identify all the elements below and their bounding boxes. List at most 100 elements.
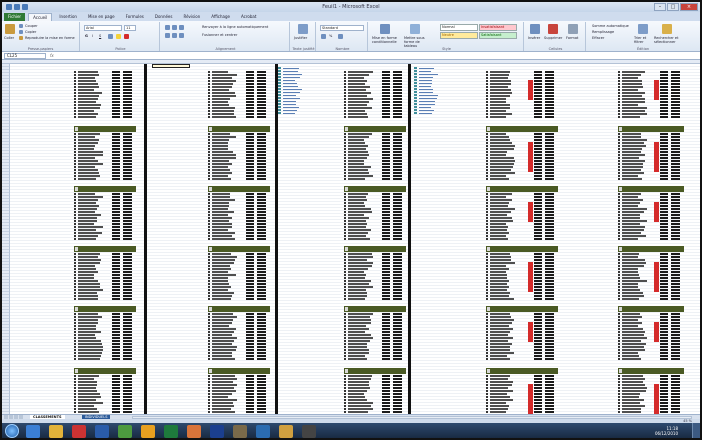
selected-cell[interactable] <box>152 64 190 68</box>
fx-icon[interactable]: fx <box>50 53 54 58</box>
rank-number <box>74 226 76 228</box>
score-value <box>534 116 542 118</box>
justify-button[interactable]: Justifier <box>294 36 307 40</box>
calc-icon[interactable] <box>118 425 132 438</box>
score-value <box>671 349 680 351</box>
align-center-icon[interactable] <box>172 33 177 38</box>
format-button[interactable]: Format <box>566 36 578 40</box>
start-button[interactable] <box>5 424 19 438</box>
chrome-icon[interactable] <box>141 425 155 438</box>
system-clock[interactable]: 11:18 06/12/2010 <box>655 426 678 436</box>
align-bottom-icon[interactable] <box>179 25 184 30</box>
style-bad[interactable]: Insatisfaisant <box>479 24 517 31</box>
format-painter-button[interactable]: Reproduire la mise en forme <box>25 36 75 40</box>
ie-icon[interactable] <box>26 425 40 438</box>
paste-button[interactable]: Coller <box>4 36 14 40</box>
currency-icon[interactable] <box>321 34 326 39</box>
thousands-icon[interactable] <box>338 34 343 39</box>
excel-icon[interactable] <box>164 425 178 438</box>
word-icon[interactable] <box>95 425 109 438</box>
tab-insert[interactable]: Insertion <box>55 13 81 21</box>
show-desktop-button[interactable] <box>692 423 700 438</box>
spreadsheet-grid[interactable] <box>2 60 700 414</box>
maximize-button[interactable]: □ <box>667 3 679 11</box>
delete-button[interactable]: Supprimer <box>544 36 562 40</box>
rank-number <box>618 151 620 153</box>
sort-filter-icon[interactable] <box>638 24 648 34</box>
sheet-cells[interactable] <box>10 64 700 414</box>
find-select-button[interactable]: Rechercher et sélectionner <box>654 36 690 44</box>
align-left-icon[interactable] <box>165 33 170 38</box>
tab-file[interactable]: Fichier <box>4 13 26 21</box>
name-box[interactable]: CL25 <box>4 53 46 59</box>
tab-review[interactable]: Révision <box>179 13 204 21</box>
media-icon[interactable] <box>302 425 316 438</box>
gimp-icon[interactable] <box>233 425 247 438</box>
italic-button[interactable]: I <box>92 34 93 38</box>
style-normal[interactable]: Normal <box>440 24 478 31</box>
bold-button[interactable]: G <box>85 34 88 38</box>
insert-icon[interactable] <box>530 24 540 34</box>
tab-acrobat[interactable]: Acrobat <box>237 13 260 21</box>
align-middle-icon[interactable] <box>172 25 177 30</box>
copy-button[interactable]: Copier <box>25 30 36 34</box>
explorer-icon[interactable] <box>49 425 63 438</box>
minimize-button[interactable]: – <box>654 3 666 11</box>
percent-button[interactable]: % <box>329 34 332 38</box>
filezilla-icon[interactable] <box>72 425 86 438</box>
tab-page-layout[interactable]: Mise en page <box>84 13 119 21</box>
borders-icon[interactable] <box>108 34 113 39</box>
close-button[interactable]: × <box>680 3 698 11</box>
clear-button[interactable]: Effacer <box>592 36 604 40</box>
number-format-select[interactable]: Standard <box>320 25 364 31</box>
score-value <box>534 113 542 115</box>
table-format-icon[interactable] <box>410 24 420 34</box>
score-value <box>382 256 390 258</box>
paste-icon[interactable] <box>5 24 15 34</box>
insert-button[interactable]: Insérer <box>528 36 540 40</box>
team-name <box>212 178 231 180</box>
conditional-format-button[interactable]: Mise en forme conditionnelle <box>372 36 402 44</box>
underline-button[interactable]: S <box>99 34 101 38</box>
style-neutral[interactable]: Neutre <box>440 32 478 39</box>
tab-data[interactable]: Données <box>151 13 177 21</box>
fill-color-icon[interactable] <box>116 34 121 39</box>
cut-button[interactable]: Couper <box>25 24 38 28</box>
tab-formulas[interactable]: Formules <box>122 13 148 21</box>
align-top-icon[interactable] <box>165 25 170 30</box>
justify-icon[interactable] <box>298 24 308 34</box>
wrap-text-button[interactable]: Renvoyer à la ligne automatiquement <box>202 25 268 29</box>
pictures-icon[interactable] <box>187 425 201 438</box>
find-select-icon[interactable] <box>662 24 672 34</box>
score-value <box>382 217 390 219</box>
team-name <box>622 142 644 144</box>
font-name-select[interactable]: Arial <box>84 25 122 31</box>
fill-button[interactable]: Remplissage <box>592 30 614 34</box>
folder-icon[interactable] <box>279 425 293 438</box>
font-size-select[interactable]: 11 <box>124 25 136 31</box>
merge-center-button[interactable]: Fusionner et centrer <box>202 33 237 37</box>
team-name <box>622 349 645 351</box>
row-headers[interactable] <box>2 64 10 414</box>
team-name <box>348 411 368 413</box>
score-value <box>246 289 254 291</box>
style-good[interactable]: Satisfaisant <box>479 32 517 39</box>
delete-icon[interactable] <box>548 24 558 34</box>
sort-filter-button[interactable]: Trier et filtrer <box>634 36 652 44</box>
conditional-format-icon[interactable] <box>380 24 390 34</box>
format-icon[interactable] <box>568 24 578 34</box>
table-row <box>344 268 406 270</box>
team-name <box>622 286 638 288</box>
score-value <box>257 402 266 404</box>
score-value <box>246 214 254 216</box>
team-name <box>490 214 507 216</box>
tab-home[interactable]: Accueil <box>28 13 53 21</box>
align-right-icon[interactable] <box>179 33 184 38</box>
score-value <box>671 235 680 237</box>
font-color-icon[interactable] <box>124 34 129 39</box>
tab-view[interactable]: Affichage <box>207 13 234 21</box>
photoshop-icon[interactable] <box>210 425 224 438</box>
autosum-button[interactable]: Somme automatique <box>592 24 629 28</box>
team-name <box>212 163 232 165</box>
outlook-icon[interactable] <box>256 425 270 438</box>
